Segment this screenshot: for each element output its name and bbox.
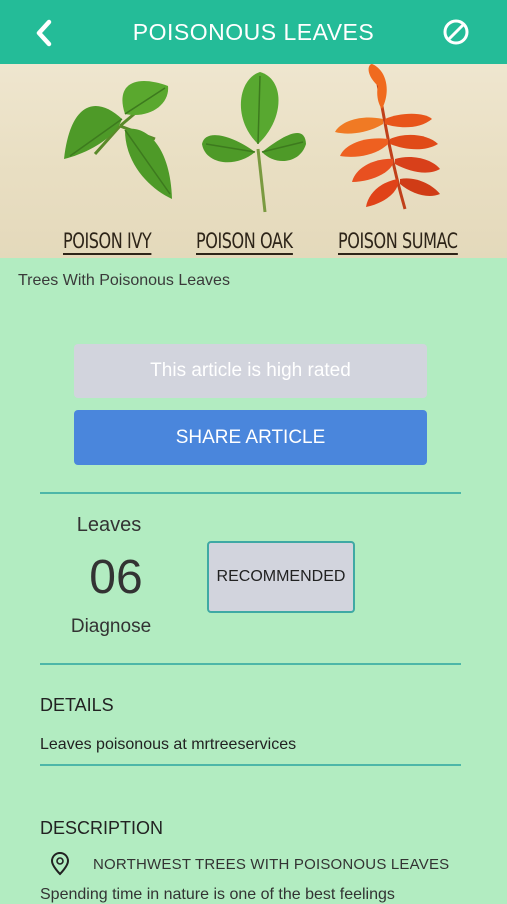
- divider: [40, 492, 461, 494]
- divider: [40, 663, 461, 665]
- image-caption: Trees With Poisonous Leaves: [18, 272, 230, 289]
- details-heading: DETAILS: [40, 695, 114, 715]
- description-body: Spending time in nature is one of the be…: [40, 886, 395, 903]
- map-pin-icon: [50, 851, 70, 876]
- poison-oak-label: POISON OAK: [196, 229, 293, 255]
- divider: [40, 764, 461, 766]
- poison-sumac-leaf: [335, 64, 440, 210]
- header-bar: POISONOUS LEAVES: [0, 0, 507, 64]
- share-article-button[interactable]: SHARE ARTICLE: [74, 410, 427, 465]
- poison-ivy-label: POISON IVY: [63, 229, 152, 255]
- details-text: Leaves poisonous at mrtreeservices: [40, 736, 297, 753]
- high-rated-badge: This article is high rated: [74, 344, 427, 398]
- description-heading: DESCRIPTION: [40, 818, 164, 838]
- hero-image: POISON IVY POISON OAK POISON SUMAC: [0, 64, 507, 258]
- chevron-left-icon[interactable]: [30, 16, 60, 50]
- recommended-button[interactable]: RECOMMENDED: [207, 541, 355, 613]
- stat-value: 06: [89, 551, 143, 604]
- stat-top-label: Leaves: [76, 514, 142, 536]
- page-title: POISONOUS LEAVES: [132, 18, 375, 45]
- poison-oak-leaf: [202, 72, 306, 213]
- block-icon[interactable]: [441, 17, 471, 47]
- stat-bottom-label: Diagnose: [70, 616, 152, 637]
- location-text: NORTHWEST TREES WITH POISONOUS LEAVES: [93, 856, 450, 873]
- poison-ivy-leaf: [64, 81, 172, 199]
- poison-sumac-label: POISON SUMAC: [338, 229, 458, 255]
